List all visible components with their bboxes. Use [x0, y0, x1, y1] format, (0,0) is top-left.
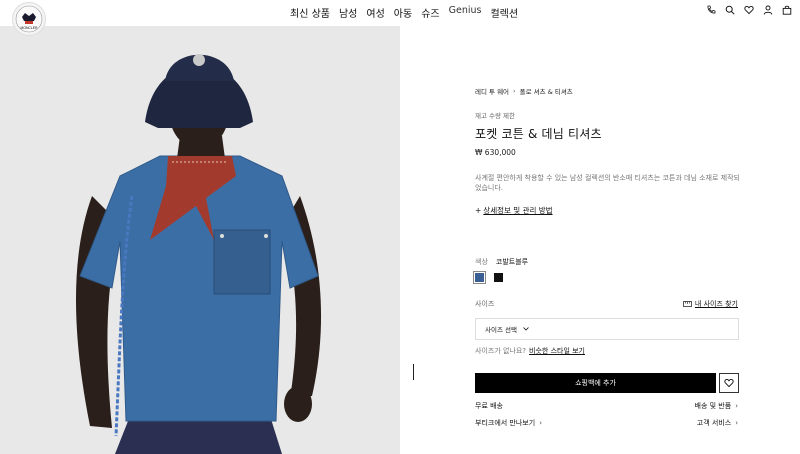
color-row: 색상 코발트블루 — [475, 257, 528, 267]
size-missing-row: 사이즈가 없나요? 비슷한 스타일 보기 — [475, 346, 585, 356]
similar-styles-link[interactable]: 비슷한 스타일 보기 — [529, 346, 585, 356]
chevron-right-icon: › — [735, 419, 738, 427]
wishlist-button[interactable] — [719, 373, 739, 393]
size-select-label: 사이즈 선택 — [485, 326, 517, 334]
color-label: 색상 — [475, 258, 488, 266]
breadcrumb-item-polos-tshirts[interactable]: 폴로 셔츠 & 티셔츠 — [520, 86, 573, 96]
nav-item-kids[interactable]: 아동 — [394, 5, 412, 20]
product-image[interactable] — [0, 26, 400, 454]
moncler-logo-icon: MONCLER — [15, 5, 43, 33]
size-select-dropdown[interactable]: 사이즈 선택 — [475, 318, 739, 340]
details-care-link[interactable]: + 상세정보 및 관리 방법 — [475, 205, 553, 216]
size-guide-link[interactable]: 내 사이즈 찾기 — [683, 299, 738, 309]
nav-item-new[interactable]: 최신 상품 — [290, 5, 330, 20]
main-nav: 최신 상품 남성 여성 아동 슈즈 Genius 컬렉션 — [290, 5, 518, 20]
chevron-down-icon — [523, 327, 529, 331]
plus-icon: + — [475, 206, 482, 215]
size-guide-label: 내 사이즈 찾기 — [694, 300, 738, 308]
boutique-link[interactable]: 부티크에서 만나보기 › — [475, 418, 542, 428]
breadcrumb-item-ready-to-wear[interactable]: 레디 투 웨어 — [475, 86, 509, 96]
ruler-icon — [683, 301, 692, 307]
color-value: 코발트블루 — [495, 258, 529, 266]
breadcrumb-chevron-icon: › — [513, 87, 516, 95]
phone-icon[interactable] — [706, 5, 716, 15]
shipping-returns-label: 배송 및 반품 — [694, 402, 732, 410]
search-icon[interactable] — [725, 5, 735, 15]
bag-icon[interactable] — [782, 5, 792, 15]
product-description: 사계절 편안하게 착용할 수 있는 남성 컬렉션의 반소매 티셔츠는 코튼과 데… — [475, 174, 740, 192]
site-header: MONCLER 최신 상품 남성 여성 아동 슈즈 Genius 컬렉션 — [0, 0, 800, 36]
brand-logo[interactable]: MONCLER — [12, 2, 46, 36]
svg-text:MONCLER: MONCLER — [21, 26, 39, 30]
header-icons — [706, 5, 792, 15]
user-icon[interactable] — [763, 5, 773, 15]
nav-item-genius[interactable]: Genius — [449, 5, 482, 20]
customer-service-link[interactable]: 고객 서비스 › — [697, 418, 738, 428]
color-swatch-cobalt-blue[interactable] — [473, 271, 486, 284]
free-shipping-label: 무료 배송 — [475, 402, 503, 410]
nav-item-collection[interactable]: 컬렉션 — [490, 5, 518, 20]
scroll-indicator[interactable] — [413, 364, 414, 380]
nav-item-shoes[interactable]: 슈즈 — [421, 5, 439, 20]
color-swatch-black[interactable] — [494, 273, 503, 282]
chevron-right-icon: › — [735, 402, 738, 410]
nav-item-women[interactable]: 여성 — [366, 5, 384, 20]
chevron-right-icon: › — [539, 419, 542, 427]
product-title: 포켓 코튼 & 데님 티셔츠 — [475, 127, 602, 141]
product-photo-illustration — [0, 26, 400, 454]
breadcrumb: 레디 투 웨어 › 폴로 셔츠 & 티셔츠 — [475, 86, 573, 96]
details-care-label: 상세정보 및 관리 방법 — [483, 206, 553, 215]
shipping-returns-link[interactable]: 배송 및 반품 › — [695, 401, 738, 411]
add-to-bag-button[interactable]: 쇼핑백에 추가 — [475, 373, 716, 393]
nav-item-men[interactable]: 남성 — [339, 5, 357, 20]
heart-icon — [724, 378, 734, 388]
heart-icon[interactable] — [744, 5, 754, 15]
size-label: 사이즈 — [475, 300, 495, 308]
customer-service-label: 고객 서비스 — [696, 419, 732, 427]
size-question: 사이즈가 없나요? — [475, 347, 527, 355]
product-price: ₩ 630,000 — [475, 148, 516, 157]
stock-note: 재고 수량 제한 — [475, 112, 516, 120]
boutique-label: 부티크에서 만나보기 — [475, 419, 536, 427]
